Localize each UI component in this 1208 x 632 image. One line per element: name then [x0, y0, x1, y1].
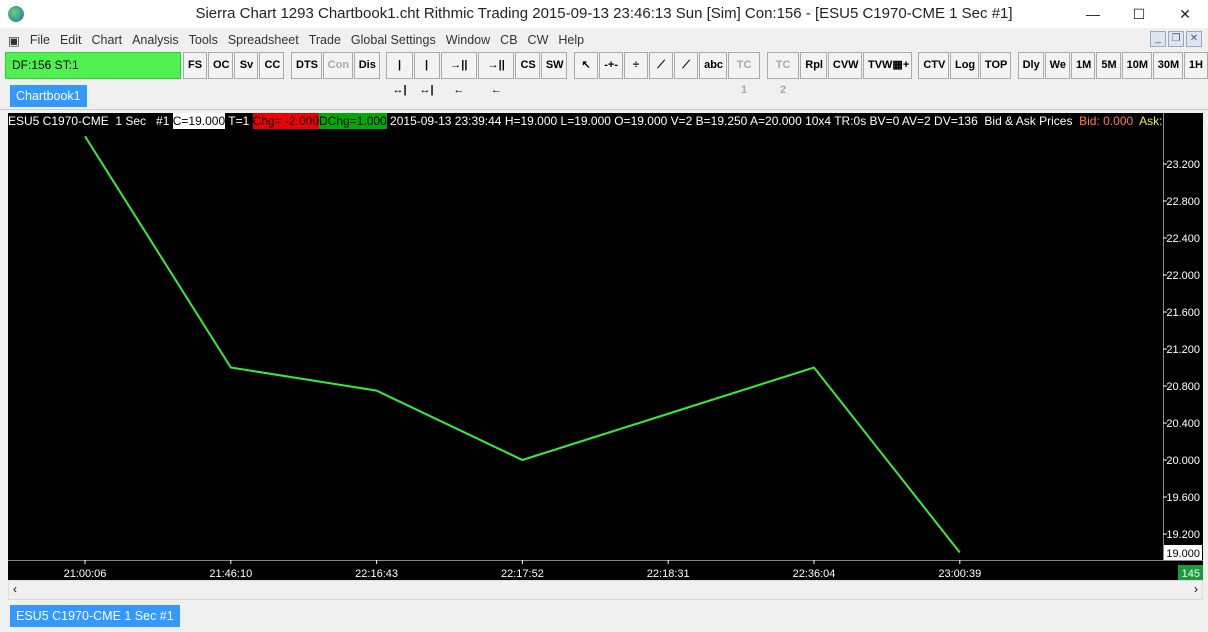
x-tick-label: 21:00:06	[64, 568, 107, 580]
price-line	[84, 135, 961, 554]
y-tick-label: 19.200	[1166, 529, 1200, 541]
price-chart: 23.200 22.800 22.400 22.000 21.600 21.200 20.8…	[64, 135, 1203, 580]
y-tick-label: 19.600	[1166, 492, 1200, 504]
last-price-label: 19.000	[1166, 548, 1200, 560]
y-tick-label: 20.400	[1166, 418, 1200, 430]
y-tick-label: 22.800	[1166, 196, 1200, 208]
x-tick-label: 22:36:04	[793, 568, 836, 580]
x-tick-label: 22:17:52	[501, 568, 544, 580]
y-tick-label: 21.600	[1166, 307, 1200, 319]
y-tick-label: 21.200	[1166, 344, 1200, 356]
x-tick-label: 23:00:39	[938, 568, 981, 580]
y-tick-label: 20.800	[1166, 381, 1200, 393]
x-tick-label: 22:16:43	[355, 568, 398, 580]
x-tick-label: 21:46:10	[209, 568, 252, 580]
x-tick-label: 22:18:31	[647, 568, 690, 580]
y-tick-label: 23.200	[1166, 159, 1200, 171]
bar-count-label: 145	[1182, 568, 1200, 580]
y-tick-label: 20.000	[1166, 455, 1200, 467]
y-tick-label: 22.000	[1166, 270, 1200, 282]
y-tick-label: 22.400	[1166, 233, 1200, 245]
